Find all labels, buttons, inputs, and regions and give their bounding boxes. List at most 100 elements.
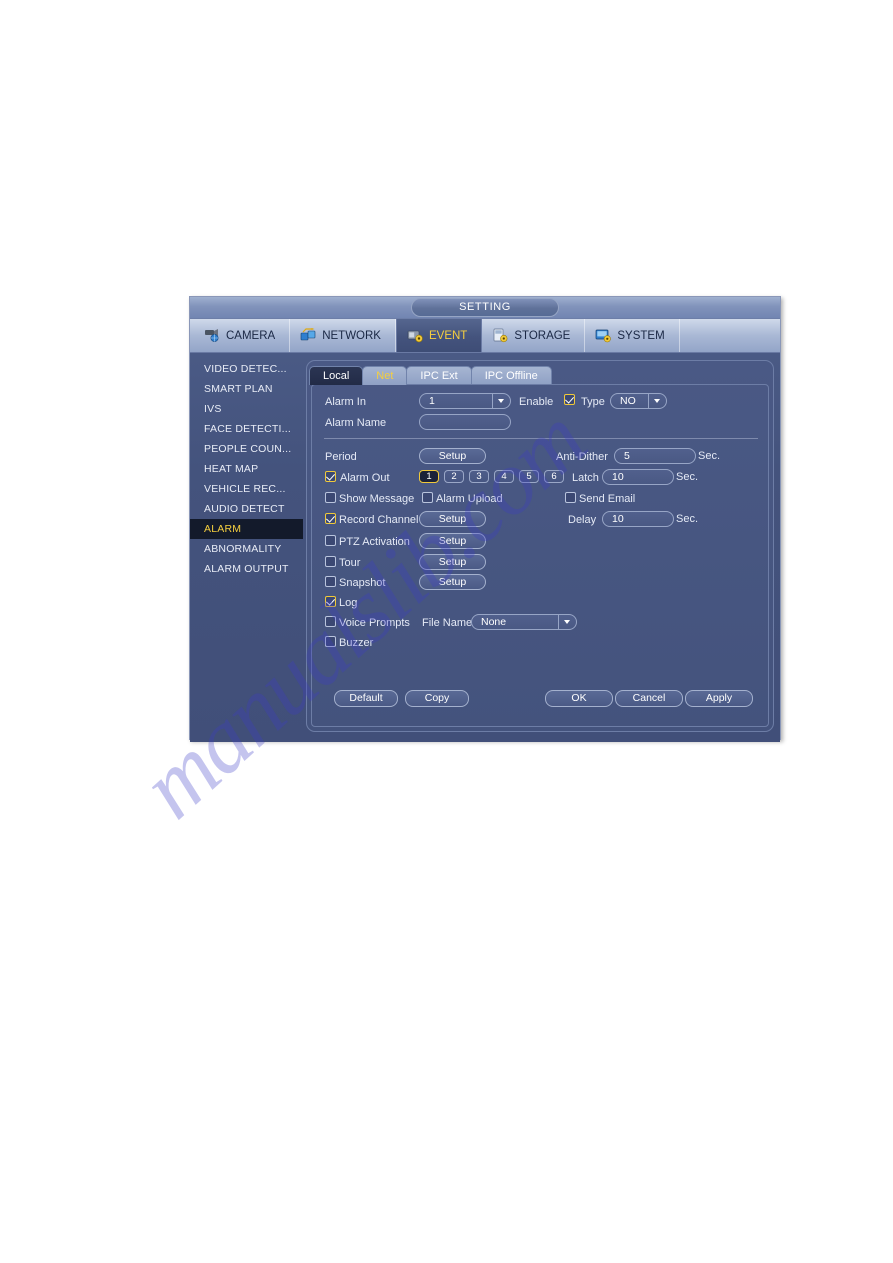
enable-checkbox[interactable] <box>564 394 575 405</box>
ptz-activation-setup-button[interactable]: Setup <box>419 533 486 549</box>
cancel-button[interactable]: Cancel <box>615 690 683 707</box>
ptz-activation-label: PTZ Activation <box>339 536 410 548</box>
anti-dither-label: Anti-Dither <box>556 451 608 463</box>
snapshot-setup-button[interactable]: Setup <box>419 574 486 590</box>
delay-unit: Sec. <box>676 513 699 525</box>
default-button[interactable]: Default <box>334 690 398 707</box>
delay-label: Delay <box>568 514 597 526</box>
voice-prompts-checkbox[interactable] <box>325 616 336 627</box>
alarm-name-label: Alarm Name <box>325 417 387 429</box>
dialog-content: VIDEO DETEC... SMART PLAN IVS FACE DETEC… <box>190 353 780 742</box>
type-select[interactable]: NO <box>610 393 667 409</box>
main-nav-bar: CAMERA NETWORK EVENT STORAGE SYSTEM <box>190 319 780 353</box>
nav-item-camera[interactable]: CAMERA <box>190 319 291 352</box>
network-icon <box>300 328 317 343</box>
nav-label-system: SYSTEM <box>617 329 665 342</box>
send-email-label: Send Email <box>579 493 636 505</box>
log-checkbox[interactable] <box>325 596 336 607</box>
log-label: Log <box>339 597 358 609</box>
nav-filler <box>680 319 780 352</box>
nav-label-network: NETWORK <box>322 329 381 342</box>
sidebar-item-alarm-output[interactable]: ALARM OUTPUT <box>190 559 303 579</box>
buzzer-label: Buzzer <box>339 637 374 649</box>
dialog-title-bar: SETTING <box>190 297 780 319</box>
send-email-checkbox[interactable] <box>565 492 576 503</box>
tour-label: Tour <box>339 557 361 569</box>
record-channel-checkbox[interactable] <box>325 513 336 524</box>
sidebar-item-smart-plan[interactable]: SMART PLAN <box>190 379 303 399</box>
nav-label-event: EVENT <box>428 329 468 342</box>
nav-item-storage[interactable]: STORAGE <box>482 319 586 352</box>
alarm-out-channel-5[interactable]: 5 <box>519 470 539 483</box>
apply-button[interactable]: Apply <box>685 690 753 707</box>
file-name-label: File Name <box>422 617 473 629</box>
latch-unit: Sec. <box>676 471 699 483</box>
nav-item-network[interactable]: NETWORK <box>290 319 396 352</box>
system-icon <box>595 328 612 343</box>
anti-dither-input[interactable]: 5 <box>614 448 696 464</box>
buzzer-checkbox[interactable] <box>325 636 336 647</box>
alarm-upload-checkbox[interactable] <box>422 492 433 503</box>
sidebar-item-people-counting[interactable]: PEOPLE COUN... <box>190 439 303 459</box>
ptz-activation-checkbox[interactable] <box>325 535 336 546</box>
record-channel-setup-button[interactable]: Setup <box>419 511 486 527</box>
event-sidebar: VIDEO DETEC... SMART PLAN IVS FACE DETEC… <box>190 353 303 579</box>
alarm-tab-strip: Local Net IPC Ext IPC Offline <box>309 365 773 385</box>
camera-icon <box>204 328 221 343</box>
enable-label: Enable <box>519 396 554 408</box>
alarm-out-label: Alarm Out <box>340 472 390 484</box>
alarm-upload-label: Alarm Upload <box>436 493 503 505</box>
sidebar-item-heat-map[interactable]: HEAT MAP <box>190 459 303 479</box>
latch-input[interactable]: 10 <box>602 469 674 485</box>
period-setup-button[interactable]: Setup <box>419 448 486 464</box>
alarm-out-channel-4[interactable]: 4 <box>494 470 514 483</box>
ok-button[interactable]: OK <box>545 690 613 707</box>
chevron-down-icon[interactable] <box>648 394 665 408</box>
alarm-form-frame: Alarm In 1 Enable Type NO Alarm Name Per… <box>311 384 769 727</box>
page-title: SETTING <box>411 298 559 317</box>
type-label: Type <box>581 396 605 408</box>
tab-local[interactable]: Local <box>309 366 364 385</box>
alarm-out-channel-1[interactable]: 1 <box>419 470 439 483</box>
alarm-settings-panel: Local Net IPC Ext IPC Offline Alarm In 1… <box>306 360 774 732</box>
tab-ipc-offline[interactable]: IPC Offline <box>470 366 552 385</box>
alarm-out-channel-3[interactable]: 3 <box>469 470 489 483</box>
record-channel-label: Record Channel <box>339 514 419 526</box>
show-message-label: Show Message <box>339 493 415 505</box>
nav-item-system[interactable]: SYSTEM <box>585 319 680 352</box>
show-message-checkbox[interactable] <box>325 492 336 503</box>
alarm-out-checkbox[interactable] <box>325 471 336 482</box>
tour-setup-button[interactable]: Setup <box>419 554 486 570</box>
alarm-in-value: 1 <box>429 395 435 407</box>
event-icon <box>407 328 424 343</box>
alarm-out-channel-6[interactable]: 6 <box>544 470 564 483</box>
alarm-in-select[interactable]: 1 <box>419 393 511 409</box>
tab-ipc-ext[interactable]: IPC Ext <box>406 366 472 385</box>
chevron-down-icon[interactable] <box>558 615 575 629</box>
snapshot-label: Snapshot <box>339 577 386 589</box>
file-name-select[interactable]: None <box>471 614 577 630</box>
type-value: NO <box>620 395 636 407</box>
form-divider <box>324 438 758 439</box>
storage-icon <box>492 328 509 343</box>
latch-label: Latch <box>572 472 599 484</box>
sidebar-item-face-detection[interactable]: FACE DETECTI... <box>190 419 303 439</box>
tour-checkbox[interactable] <box>325 556 336 567</box>
delay-input[interactable]: 10 <box>602 511 674 527</box>
sidebar-item-ivs[interactable]: IVS <box>190 399 303 419</box>
tab-net[interactable]: Net <box>362 366 408 385</box>
sidebar-item-abnormality[interactable]: ABNORMALITY <box>190 539 303 559</box>
nav-label-camera: CAMERA <box>226 329 276 342</box>
chevron-down-icon[interactable] <box>492 394 509 408</box>
snapshot-checkbox[interactable] <box>325 576 336 587</box>
copy-button[interactable]: Copy <box>405 690 469 707</box>
alarm-name-input[interactable] <box>419 414 511 430</box>
file-name-value: None <box>481 616 507 628</box>
sidebar-item-alarm[interactable]: ALARM <box>190 519 303 539</box>
alarm-out-channel-2[interactable]: 2 <box>444 470 464 483</box>
anti-dither-unit: Sec. <box>698 450 721 462</box>
nav-item-event[interactable]: EVENT <box>395 319 483 352</box>
sidebar-item-audio-detect[interactable]: AUDIO DETECT <box>190 499 303 519</box>
sidebar-item-video-detect[interactable]: VIDEO DETEC... <box>190 359 303 379</box>
sidebar-item-vehicle-recognition[interactable]: VEHICLE REC... <box>190 479 303 499</box>
